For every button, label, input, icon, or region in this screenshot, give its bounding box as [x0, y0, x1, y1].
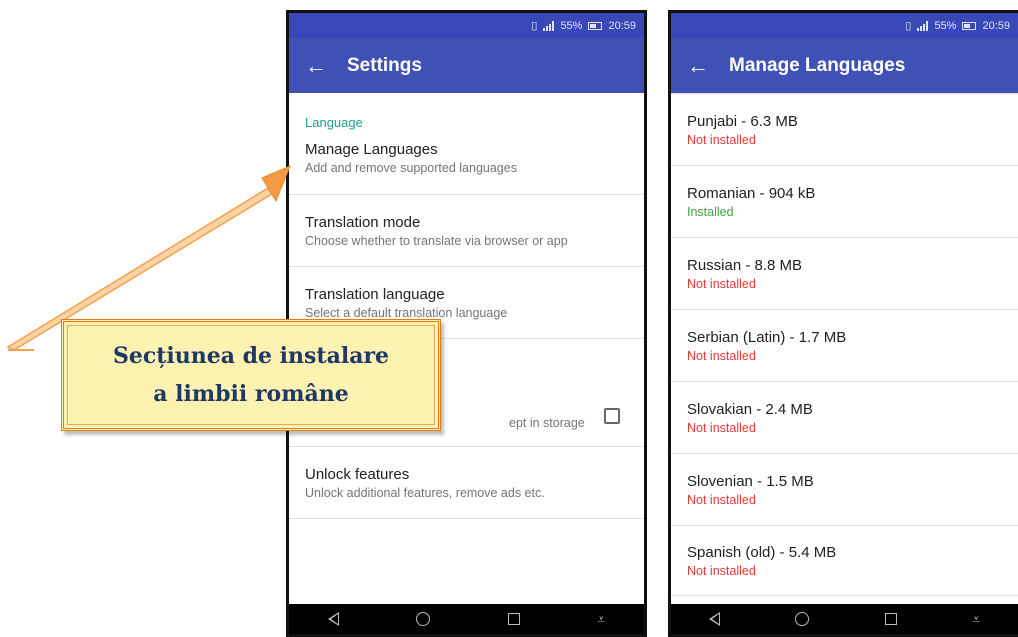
battery-percent: 55%: [934, 19, 957, 32]
page-title: Manage Languages: [729, 54, 906, 76]
language-item-spanish-old[interactable]: Spanish (old) - 5.4 MB Not installed: [671, 526, 1018, 596]
section-label-language: Language: [305, 115, 363, 130]
storage-checkbox[interactable]: [604, 408, 620, 424]
app-bar: ← Settings: [289, 38, 644, 93]
app-bar: ← Manage Languages: [671, 38, 1018, 93]
language-name: Slovakian - 2.4 MB: [687, 400, 813, 418]
notification-down-icon[interactable]: ⩡: [597, 612, 605, 626]
language-name: Romanian - 904 kB: [687, 184, 816, 202]
vibrate-icon: ▯: [531, 20, 538, 32]
recents-square-icon[interactable]: [884, 613, 897, 625]
back-arrow-icon[interactable]: ←: [671, 54, 729, 77]
language-status: Not installed: [687, 276, 756, 291]
language-status: Not installed: [687, 348, 756, 363]
signal-icon: [543, 20, 555, 31]
page-title: Settings: [347, 54, 422, 76]
setting-translation-mode[interactable]: Translation mode Choose whether to trans…: [289, 195, 644, 267]
home-circle-icon[interactable]: [416, 612, 431, 626]
language-status: Not installed: [687, 492, 756, 507]
language-item-punjabi[interactable]: Punjabi - 6.3 MB Not installed: [671, 94, 1018, 166]
language-item-slovenian[interactable]: Slovenian - 1.5 MB Not installed: [671, 454, 1018, 526]
setting-subtitle: Select a default translation language: [305, 305, 508, 320]
status-bar: ▯ 55% 20:59: [289, 13, 644, 38]
status-time: 20:59: [608, 19, 636, 32]
nav-bar: ⩡: [289, 604, 644, 634]
language-item-russian[interactable]: Russian - 8.8 MB Not installed: [671, 238, 1018, 310]
language-status: Not installed: [687, 420, 756, 435]
battery-icon: [962, 21, 977, 30]
language-name: Slovenian - 1.5 MB: [687, 472, 814, 490]
callout-box: Secțiunea de instalare a limbii române: [61, 319, 441, 431]
language-name: Russian - 8.8 MB: [687, 256, 803, 274]
setting-title: Translation language: [305, 285, 445, 303]
battery-percent: 55%: [560, 19, 583, 32]
notification-down-icon[interactable]: ⩡: [972, 612, 980, 626]
language-item-romanian[interactable]: Romanian - 904 kB Installed: [671, 166, 1018, 238]
setting-title: Translation mode: [305, 213, 421, 231]
settings-list: Language Manage Languages Add and remove…: [289, 93, 644, 519]
vibrate-icon: ▯: [905, 20, 912, 32]
recents-square-icon[interactable]: [507, 613, 520, 625]
setting-title: Unlock features: [305, 465, 410, 483]
nav-bar: ⩡: [671, 604, 1018, 634]
manage-languages-screen: ▯ 55% 20:59 ← Manage Languages Punjabi -…: [668, 10, 1018, 637]
callout-line-2: a limbii române: [153, 381, 349, 407]
language-name: Serbian (Latin) - 1.7 MB: [687, 328, 847, 346]
setting-subtitle: Add and remove supported languages: [305, 161, 517, 175]
language-status: Installed: [687, 204, 734, 219]
setting-title: Manage Languages: [305, 141, 438, 158]
language-status: Not installed: [687, 132, 756, 147]
signal-icon: [917, 20, 929, 31]
back-triangle-icon[interactable]: [327, 612, 339, 626]
back-arrow-icon[interactable]: ←: [289, 54, 347, 77]
setting-subtitle: Choose whether to translate via browser …: [305, 233, 568, 248]
setting-unlock-features[interactable]: Unlock features Unlock additional featur…: [289, 447, 644, 519]
language-item-serbian[interactable]: Serbian (Latin) - 1.7 MB Not installed: [671, 310, 1018, 382]
setting-subtitle: Unlock additional features, remove ads e…: [305, 485, 545, 500]
setting-manage-languages[interactable]: Manage Languages Add and remove supporte…: [289, 139, 644, 195]
language-list: Punjabi - 6.3 MB Not installed Romanian …: [671, 93, 1018, 596]
language-item-slovakian[interactable]: Slovakian - 2.4 MB Not installed: [671, 382, 1018, 454]
callout-line-1: Secțiunea de instalare: [112, 343, 390, 369]
status-bar: ▯ 55% 20:59: [671, 13, 1018, 38]
back-triangle-icon[interactable]: [708, 612, 720, 626]
language-status: Not installed: [687, 563, 756, 578]
language-name: Punjabi - 6.3 MB: [687, 112, 798, 130]
status-time: 20:59: [982, 19, 1010, 32]
home-circle-icon[interactable]: [795, 612, 810, 626]
language-name: Spanish (old) - 5.4 MB: [687, 543, 837, 561]
battery-icon: [588, 21, 603, 30]
